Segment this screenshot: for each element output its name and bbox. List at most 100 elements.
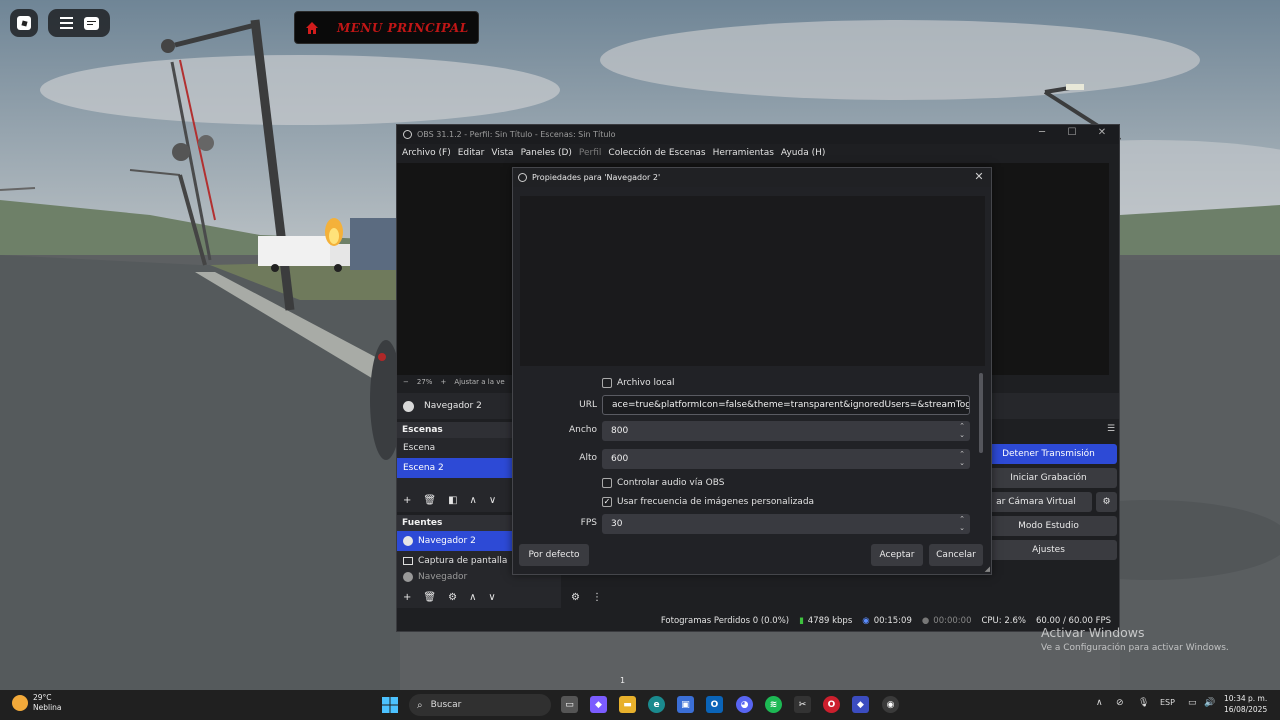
add-source-icon[interactable]: + bbox=[403, 592, 411, 603]
zoom-in-button[interactable]: + bbox=[440, 378, 446, 386]
height-spinbox[interactable]: 600 ⌃ ⌄ bbox=[602, 449, 970, 469]
menu-editar[interactable]: Editar bbox=[458, 148, 485, 158]
properties-scrollbar[interactable] bbox=[979, 373, 983, 453]
controls-dock-menu-icon[interactable]: ☰ bbox=[1107, 424, 1115, 434]
menu-paneles[interactable]: Paneles (D) bbox=[521, 148, 572, 158]
width-spinbox[interactable]: 800 ⌃ ⌄ bbox=[602, 421, 970, 441]
obs-app-icon[interactable]: ◉ bbox=[882, 696, 899, 713]
browser-source-icon bbox=[403, 400, 414, 412]
task-view-icon[interactable]: ▭ bbox=[561, 696, 578, 713]
browser-icon bbox=[403, 572, 413, 582]
menu-ayuda[interactable]: Ayuda (H) bbox=[781, 148, 825, 158]
start-recording-button[interactable]: Iniciar Grabación bbox=[980, 468, 1117, 488]
defaults-button[interactable]: Por defecto bbox=[519, 544, 589, 566]
local-file-checkbox[interactable] bbox=[602, 378, 612, 388]
microphone-icon[interactable]: 🎙 bbox=[1138, 698, 1149, 708]
more-options-icon[interactable]: ⋮ bbox=[592, 592, 602, 603]
scenes-toolbar: + 🗑 ◧ ∧ ∨ bbox=[397, 490, 496, 510]
spin-arrows-icon[interactable]: ⌃ ⌄ bbox=[957, 450, 967, 468]
height-value: 600 bbox=[611, 454, 629, 464]
mixer-settings-icon[interactable]: ⚙ bbox=[571, 592, 580, 603]
local-file-label: Archivo local bbox=[617, 378, 675, 388]
taskbar-clock[interactable]: 10:34 p. m. 16/08/2025 bbox=[1224, 693, 1267, 715]
source-properties-icon[interactable]: ⚙ bbox=[448, 592, 457, 603]
language-indicator[interactable]: ESP bbox=[1160, 698, 1175, 707]
audio-control-checkbox-row[interactable]: Controlar audio vía OBS bbox=[602, 478, 724, 488]
url-input[interactable]: ace=true&platformIcon=false&theme=transp… bbox=[602, 395, 970, 415]
roblox-logo-button[interactable] bbox=[10, 9, 38, 37]
virtual-camera-settings-icon[interactable]: ⚙ bbox=[1096, 492, 1117, 512]
taskbar-search-box[interactable]: ⌕ Buscar bbox=[409, 694, 551, 716]
minimize-icon[interactable]: ─ bbox=[1027, 127, 1057, 142]
windows-start-icon[interactable] bbox=[380, 695, 400, 715]
store-icon[interactable]: ▣ bbox=[677, 696, 694, 713]
chat-bubble-icon[interactable] bbox=[83, 16, 99, 30]
opera-icon[interactable]: O bbox=[823, 696, 840, 713]
ok-button[interactable]: Aceptar bbox=[871, 544, 923, 566]
volume-icon[interactable]: 🔊 bbox=[1204, 698, 1215, 708]
scene-filter-icon[interactable]: ◧ bbox=[448, 495, 457, 506]
width-label: Ancho bbox=[568, 425, 597, 435]
virtual-camera-button[interactable]: ar Cámara Virtual bbox=[980, 492, 1092, 512]
stream-icon: ◉ bbox=[862, 616, 870, 626]
roblox-logo-icon bbox=[17, 16, 31, 30]
edge-icon[interactable]: e bbox=[648, 696, 665, 713]
roblox-menu-button[interactable] bbox=[48, 9, 110, 37]
scene-item[interactable]: Escena bbox=[397, 438, 512, 458]
menu-vista[interactable]: Vista bbox=[491, 148, 513, 158]
activate-windows-subtitle: Ve a Configuración para activar Windows. bbox=[1041, 643, 1229, 653]
source-item-selected[interactable]: Navegador 2 bbox=[397, 531, 512, 551]
network-off-icon[interactable]: ⊘ bbox=[1116, 698, 1124, 708]
record-icon: ● bbox=[921, 616, 930, 626]
spin-arrows-icon[interactable]: ⌃ ⌄ bbox=[957, 515, 967, 533]
settings-button[interactable]: Ajustes bbox=[980, 540, 1117, 560]
properties-titlebar[interactable]: Propiedades para 'Navegador 2' ✕ bbox=[513, 168, 991, 187]
discord-icon[interactable]: ◕ bbox=[736, 696, 753, 713]
obs-window-title: OBS 31.1.2 - Perfil: Sin Título - Escena… bbox=[417, 130, 616, 139]
clock-time: 10:34 p. m. bbox=[1224, 694, 1268, 703]
menu-coleccion-escenas[interactable]: Colección de Escenas bbox=[608, 148, 705, 158]
cancel-button[interactable]: Cancelar bbox=[929, 544, 983, 566]
local-file-checkbox-row[interactable]: Archivo local bbox=[602, 378, 674, 388]
tray-overflow-icon[interactable]: ∧ bbox=[1096, 698, 1103, 708]
roblox-app-icon[interactable]: ◆ bbox=[852, 696, 869, 713]
resize-grip-icon[interactable]: ◢ bbox=[985, 565, 990, 573]
move-up-icon[interactable]: ∧ bbox=[470, 495, 477, 506]
menu-perfil[interactable]: Perfil bbox=[579, 148, 602, 158]
menu-principal-button[interactable]: MENU PRINCIPAL bbox=[294, 11, 479, 44]
hamburger-menu-icon[interactable] bbox=[59, 17, 73, 29]
spotify-icon[interactable]: ≋ bbox=[765, 696, 782, 713]
monitor-icon bbox=[403, 557, 413, 565]
move-down-icon[interactable]: ∨ bbox=[489, 495, 496, 506]
fps-spinbox[interactable]: 30 ⌃ ⌄ bbox=[602, 514, 970, 534]
audio-control-checkbox[interactable] bbox=[602, 478, 612, 488]
scene-item-selected[interactable]: Escena 2 bbox=[397, 458, 512, 478]
close-icon[interactable]: ✕ bbox=[1087, 127, 1117, 142]
outlook-icon[interactable]: O bbox=[706, 696, 723, 713]
add-scene-icon[interactable]: + bbox=[403, 495, 411, 506]
spin-arrows-icon[interactable]: ⌃ ⌄ bbox=[957, 422, 967, 440]
menu-herramientas[interactable]: Herramientas bbox=[713, 148, 774, 158]
menu-archivo[interactable]: Archivo (F) bbox=[402, 148, 451, 158]
move-up-icon[interactable]: ∧ bbox=[469, 592, 476, 603]
remove-source-icon[interactable]: 🗑 bbox=[423, 592, 436, 603]
zoom-out-button[interactable]: − bbox=[403, 378, 409, 386]
menu-principal-label: MENU PRINCIPAL bbox=[337, 20, 469, 35]
maximize-icon[interactable]: ☐ bbox=[1057, 127, 1087, 142]
studio-mode-button[interactable]: Modo Estudio bbox=[980, 516, 1117, 536]
custom-fps-checkbox[interactable]: ✓ bbox=[602, 497, 612, 507]
obs-titlebar[interactable]: OBS 31.1.2 - Perfil: Sin Título - Escena… bbox=[397, 125, 1119, 144]
width-value: 800 bbox=[611, 426, 629, 436]
copilot-icon[interactable]: ◆ bbox=[590, 696, 607, 713]
stop-stream-button[interactable]: Detener Transmisión bbox=[980, 444, 1117, 464]
capcut-icon[interactable]: ✂ bbox=[794, 696, 811, 713]
weather-widget[interactable]: 29°C Neblina bbox=[12, 693, 62, 713]
zoom-fit-label[interactable]: Ajustar a la ve bbox=[454, 378, 504, 386]
obs-logo-icon bbox=[518, 173, 527, 182]
remove-scene-icon[interactable]: 🗑 bbox=[423, 495, 436, 506]
close-icon[interactable]: ✕ bbox=[972, 170, 986, 184]
file-explorer-icon[interactable]: ▬ bbox=[619, 696, 636, 713]
move-down-icon[interactable]: ∨ bbox=[488, 592, 495, 603]
custom-fps-checkbox-row[interactable]: ✓ Usar frecuencia de imágenes personaliz… bbox=[602, 497, 814, 507]
display-icon[interactable]: ▭ bbox=[1188, 698, 1197, 708]
